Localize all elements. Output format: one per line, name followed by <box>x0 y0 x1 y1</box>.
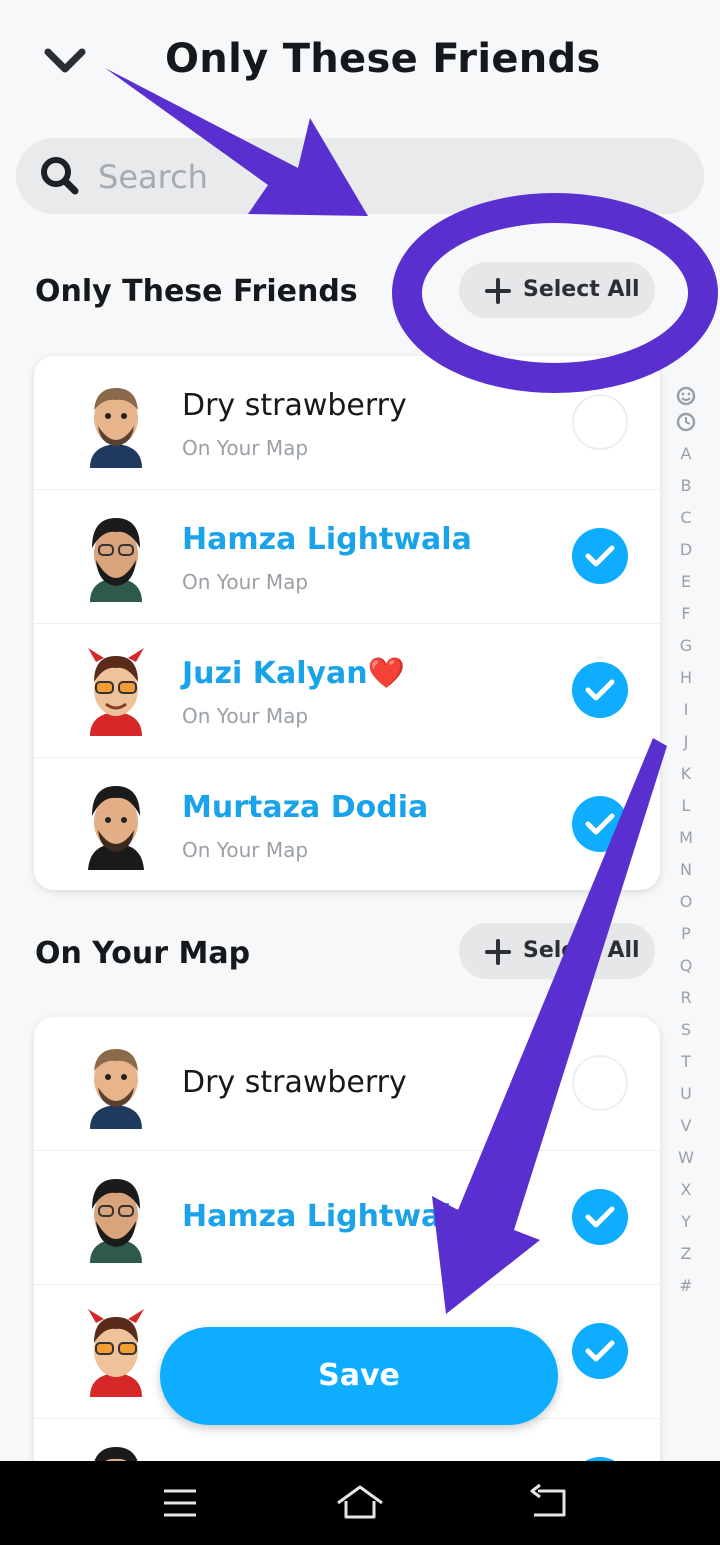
search-icon <box>41 157 79 195</box>
plus-icon <box>485 939 511 965</box>
select-all-button[interactable]: Select All <box>459 262 655 318</box>
alphabet-index-letter[interactable]: W <box>674 1142 698 1174</box>
alphabet-index-letter[interactable]: M <box>674 822 698 854</box>
select-all-label: Select All <box>523 938 640 963</box>
alphabet-index-letter[interactable]: H <box>674 662 698 694</box>
section-title-only-these-friends: Only These Friends <box>35 274 358 309</box>
home-icon[interactable] <box>330 1483 390 1523</box>
friend-status: On Your Map <box>182 436 309 460</box>
alphabet-index-letter[interactable]: Z <box>674 1238 698 1270</box>
friend-name: Hamza Lightwala <box>182 522 472 557</box>
alphabet-index-letter[interactable]: Y <box>674 1206 698 1238</box>
save-button[interactable]: Save <box>160 1327 558 1425</box>
select-checkbox[interactable] <box>572 662 628 718</box>
avatar <box>88 648 144 736</box>
avatar <box>90 388 142 468</box>
friend-status: On Your Map <box>182 570 309 594</box>
alphabet-index-letter[interactable]: U <box>674 1078 698 1110</box>
system-navbar <box>0 1461 720 1545</box>
checkmark-icon <box>585 1206 615 1228</box>
alphabet-index-letter[interactable]: V <box>674 1110 698 1142</box>
avatar <box>90 518 142 602</box>
section-title-on-your-map: On Your Map <box>35 936 251 971</box>
friends-list-card: Dry strawberry On Your Map Hamza Lightwa… <box>34 356 660 890</box>
list-item[interactable]: Dry strawberry On Your Map <box>34 356 660 490</box>
alphabet-index-letter[interactable]: O <box>674 886 698 918</box>
checkmark-icon <box>585 813 615 835</box>
friend-name: Dry strawberry <box>182 1065 407 1100</box>
list-item[interactable]: Juzi Kalyan❤️ On Your Map <box>34 624 660 758</box>
alphabet-index-letter[interactable]: N <box>674 854 698 886</box>
alphabet-index-letter[interactable]: T <box>674 1046 698 1078</box>
list-item[interactable]: Dry strawberry <box>34 1017 660 1151</box>
avatar <box>90 1179 142 1263</box>
select-checkbox[interactable] <box>572 528 628 584</box>
friend-name: Hamza Lightwala <box>182 1199 472 1234</box>
select-checkbox[interactable] <box>572 1055 628 1111</box>
select-all-label: Select All <box>523 277 640 302</box>
friend-name: Dry strawberry <box>182 388 407 423</box>
select-checkbox[interactable] <box>572 796 628 852</box>
select-checkbox[interactable] <box>572 1189 628 1245</box>
alphabet-index-letter[interactable]: J <box>674 726 698 758</box>
avatar <box>88 1309 144 1397</box>
alphabet-index-letter[interactable]: # <box>674 1270 698 1302</box>
alphabet-index-letter[interactable]: K <box>674 758 698 790</box>
avatar <box>88 786 144 870</box>
alphabet-index-letter[interactable]: Q <box>674 950 698 982</box>
menu-icon[interactable] <box>150 1483 210 1523</box>
alphabet-index-letter[interactable]: G <box>674 630 698 662</box>
plus-icon <box>485 278 511 304</box>
alphabet-index-letter[interactable]: I <box>674 694 698 726</box>
alphabet-index[interactable]: A B C D E F G H I J K L M N O P Q R S T U V W X Y Z # <box>674 380 698 1302</box>
list-item[interactable]: Hamza Lightwala <box>34 1151 660 1285</box>
alphabet-index-letter[interactable]: A <box>674 438 698 470</box>
alphabet-index-letter[interactable]: C <box>674 502 698 534</box>
friend-name: Murtaza Dodia <box>182 790 429 825</box>
page-title: Only These Friends <box>165 36 601 82</box>
avatar <box>90 1049 142 1129</box>
alphabet-index-letter[interactable]: B <box>674 470 698 502</box>
alphabet-index-letter[interactable]: E <box>674 566 698 598</box>
select-checkbox[interactable] <box>572 1323 628 1379</box>
alphabet-index-letter[interactable]: R <box>674 982 698 1014</box>
list-item[interactable]: Hamza Lightwala On Your Map <box>34 490 660 624</box>
alphabet-index-letter[interactable]: F <box>674 598 698 630</box>
friend-status: On Your Map <box>182 704 309 728</box>
select-checkbox[interactable] <box>572 394 628 450</box>
clock-icon[interactable] <box>676 412 696 432</box>
header: Only These Friends <box>0 0 720 120</box>
select-all-button[interactable]: Select All <box>459 923 655 979</box>
search-input[interactable]: Search <box>98 158 208 196</box>
chevron-down-icon[interactable] <box>40 40 90 84</box>
friend-status: On Your Map <box>182 838 309 862</box>
alphabet-index-letter[interactable]: L <box>674 790 698 822</box>
alphabet-index-letter[interactable]: S <box>674 1014 698 1046</box>
smiley-icon[interactable] <box>676 386 696 406</box>
alphabet-index-letter[interactable]: X <box>674 1174 698 1206</box>
checkmark-icon <box>585 679 615 701</box>
list-item[interactable]: Murtaza Dodia On Your Map <box>34 758 660 890</box>
alphabet-index-letter[interactable]: P <box>674 918 698 950</box>
friend-name: Juzi Kalyan❤️ <box>182 656 405 691</box>
checkmark-icon <box>585 1340 615 1362</box>
alphabet-index-letter[interactable]: D <box>674 534 698 566</box>
checkmark-icon <box>585 545 615 567</box>
back-icon[interactable] <box>520 1483 580 1523</box>
